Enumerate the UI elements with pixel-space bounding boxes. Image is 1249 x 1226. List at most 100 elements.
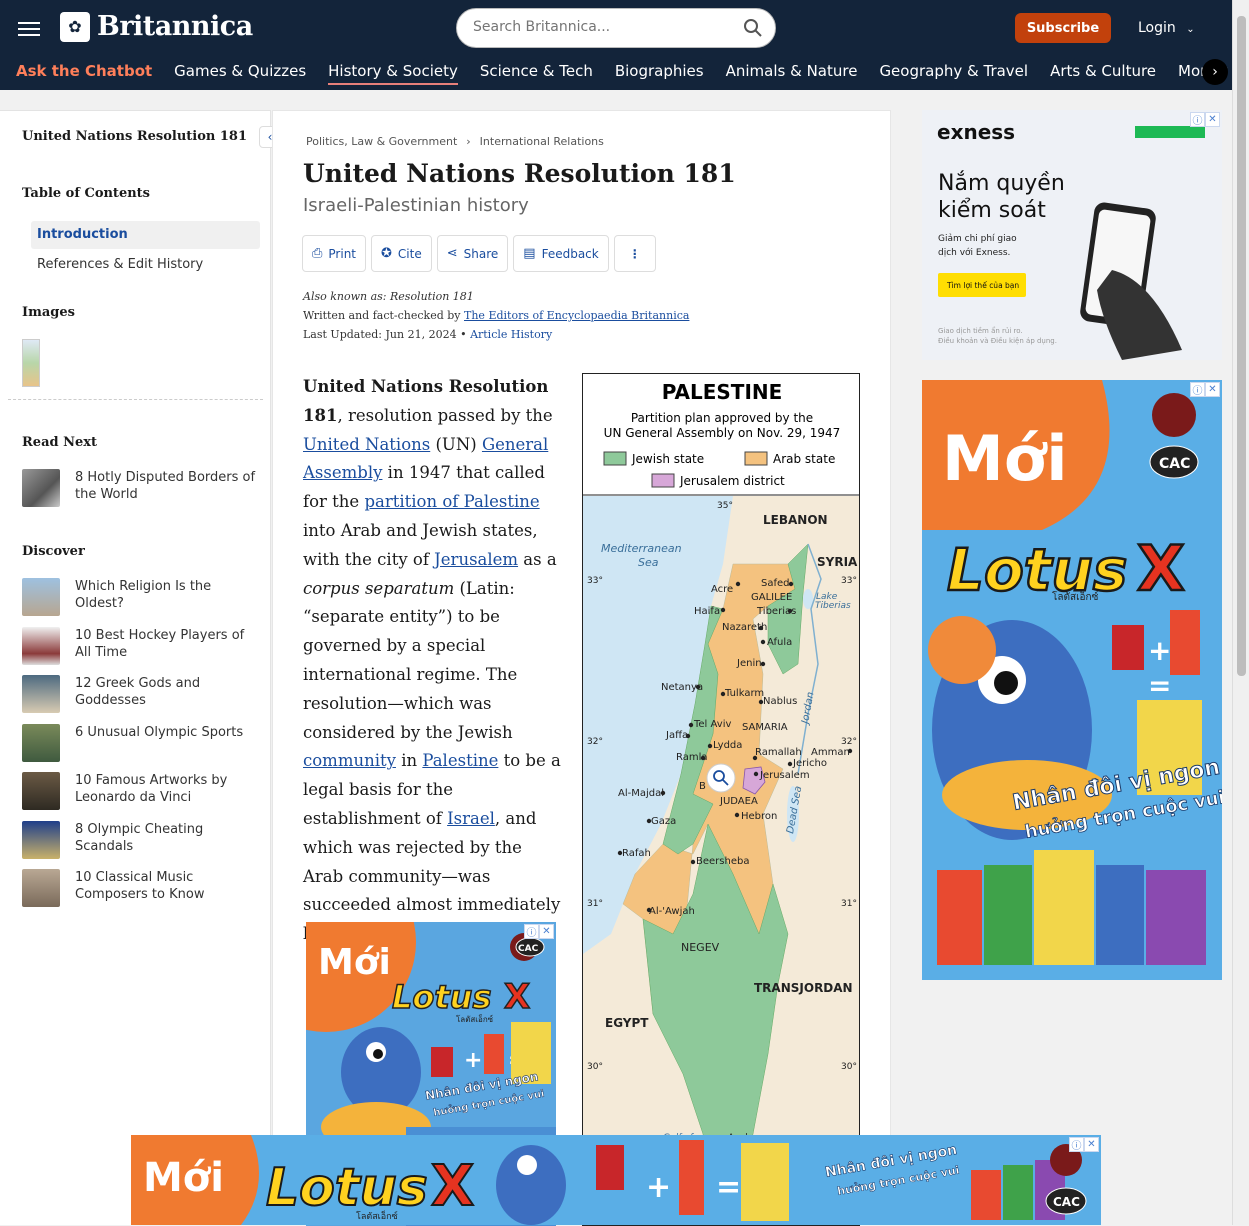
ad-info-icon[interactable]: ⓘ xyxy=(524,924,539,939)
thistle-logo-icon: ✿ xyxy=(60,11,90,42)
ad-moi: Mới xyxy=(942,422,1068,495)
breadcrumb-link[interactable]: Politics, Law & Government xyxy=(306,135,457,148)
link-palestine[interactable]: Palestine xyxy=(422,751,498,770)
discover-item[interactable]: 10 Famous Artworks by Leonardo da Vinci xyxy=(22,772,262,812)
discover-item[interactable]: 10 Classical Music Composers to Know xyxy=(22,869,262,909)
ad-cac: CAC xyxy=(1159,456,1190,472)
ad-choices[interactable]: ⓘ ✕ xyxy=(1190,382,1220,397)
label-negev: NEGEV xyxy=(681,941,720,954)
label-latitude: 33° xyxy=(587,576,603,586)
breadcrumb-link[interactable]: International Relations xyxy=(480,135,604,148)
label-gaza: Gaza xyxy=(651,816,676,827)
toc-item-introduction[interactable]: Introduction xyxy=(31,221,260,249)
nav-geography-travel[interactable]: Geography & Travel xyxy=(879,62,1028,85)
ad-equals-sign: = xyxy=(1148,669,1171,702)
britannica-logo[interactable]: ✿ Britannica xyxy=(60,11,253,42)
article-history-link[interactable]: Article History xyxy=(470,328,552,341)
login-button[interactable]: Login ⌄ xyxy=(1138,20,1195,36)
exness-ad[interactable]: exness Nắm quyền kiểm soát Giảm chi phí … xyxy=(922,110,1222,360)
read-next-item[interactable]: 8 Hotly Disputed Borders of the World xyxy=(22,469,262,509)
logo-text: Britannica xyxy=(97,11,253,42)
discover-item[interactable]: 10 Best Hockey Players of All Time xyxy=(22,627,262,667)
ad-equals-sign: = xyxy=(716,1170,741,1205)
ad-close-icon[interactable]: ✕ xyxy=(1205,112,1220,127)
cite-button[interactable]: ✪ Cite xyxy=(371,235,432,272)
ad-info-icon[interactable]: ⓘ xyxy=(1069,1137,1084,1152)
search-box[interactable] xyxy=(456,8,776,48)
nav-science-tech[interactable]: Science & Tech xyxy=(480,62,593,85)
ad-choices[interactable]: ⓘ ✕ xyxy=(1069,1137,1099,1152)
ad-product-pack xyxy=(679,1140,704,1215)
ad-lotus-logo: Lotus xyxy=(392,978,492,1016)
nav-scroll-right-icon[interactable]: › xyxy=(1202,59,1228,85)
bottom-banner-ad[interactable]: Mới Lotus X โลตัสเอ็กซ์ + = Nhân đôi vị … xyxy=(131,1135,1101,1225)
ad-info-icon[interactable]: ⓘ xyxy=(1190,382,1205,397)
lotus-tall-ad[interactable]: Mới CAC Lotus X โลตัสเอ็กซ์ + = Nhân đôi… xyxy=(922,380,1222,980)
share-label: Share xyxy=(463,246,499,261)
label-jerusalem: Jerusalem xyxy=(759,770,810,781)
discover-label: 12 Greek Gods and Goddesses xyxy=(75,676,201,708)
discover-item[interactable]: Which Religion Is the Oldest? xyxy=(22,578,262,618)
legend-arab: Arab state xyxy=(773,452,835,466)
updated-date: Last Updated: Jun 21, 2024 • xyxy=(303,328,471,341)
link-israel[interactable]: Israel xyxy=(447,809,495,828)
nav-biographies[interactable]: Biographies xyxy=(615,62,704,85)
exness-logo: exness xyxy=(937,120,1015,144)
ad-choices[interactable]: ⓘ ✕ xyxy=(1190,112,1220,127)
page-scrollbar[interactable] xyxy=(1232,0,1249,1225)
toc-item-references[interactable]: References & Edit History xyxy=(37,257,203,272)
latin-term: corpus separatum xyxy=(303,578,455,598)
ad-choices[interactable]: ⓘ ✕ xyxy=(524,924,554,939)
sidebar-article-title: United Nations Resolution 181 xyxy=(22,129,248,144)
scrollbar-thumb[interactable] xyxy=(1237,16,1246,676)
ad-close-icon[interactable]: ✕ xyxy=(1084,1137,1099,1152)
map-thumbnail[interactable] xyxy=(22,339,40,387)
more-options-icon[interactable]: ⋮ xyxy=(613,235,656,272)
zoom-in-icon[interactable] xyxy=(706,763,736,793)
label-latitude: 30° xyxy=(587,1062,603,1072)
discover-label: 10 Classical Music Composers to Know xyxy=(75,870,205,902)
ad-lotus-x: X xyxy=(504,977,530,1017)
discover-item[interactable]: 12 Greek Gods and Goddesses xyxy=(22,675,262,715)
discover-label: Which Religion Is the Oldest? xyxy=(75,579,212,611)
nav-animals-nature[interactable]: Animals & Nature xyxy=(726,62,858,85)
discover-item[interactable]: 6 Unusual Olympic Sports xyxy=(22,724,262,764)
nav-ask-chatbot[interactable]: Ask the Chatbot xyxy=(16,62,152,85)
label-acre: Acre xyxy=(711,584,733,595)
ad-thai-text: โลตัสเอ็กซ์ xyxy=(456,1014,494,1024)
ad-close-icon[interactable]: ✕ xyxy=(1205,382,1220,397)
discover-item[interactable]: 8 Olympic Cheating Scandals xyxy=(22,821,262,861)
link-jerusalem[interactable]: Jerusalem xyxy=(434,550,518,569)
ad-mascot-pupil xyxy=(373,1049,383,1059)
share-button[interactable]: ⋖ Share xyxy=(436,235,509,272)
label-lebanon: LEBANON xyxy=(763,513,828,527)
feedback-button[interactable]: ▤ Feedback xyxy=(513,235,609,272)
label-rafah: Rafah xyxy=(622,848,651,859)
legend-swatch-jewish xyxy=(603,451,627,466)
partition-map[interactable]: PALESTINE Partition plan approved by the… xyxy=(582,373,860,1226)
article-card: Politics, Law & Government › Internation… xyxy=(272,110,891,1226)
link-community[interactable]: community xyxy=(303,751,396,770)
label-haifa: Haifa xyxy=(694,606,720,617)
subscribe-button[interactable]: Subscribe xyxy=(1015,13,1111,43)
label-sea: Mediterranean xyxy=(601,542,682,555)
nav-games-quizzes[interactable]: Games & Quizzes xyxy=(174,62,306,85)
search-input[interactable] xyxy=(473,19,733,35)
nav-arts-culture[interactable]: Arts & Culture xyxy=(1050,62,1156,85)
ad-info-icon[interactable]: ⓘ xyxy=(1190,112,1205,127)
search-icon[interactable] xyxy=(743,18,763,38)
main-nav: Ask the Chatbot Games & Quizzes History … xyxy=(16,62,1249,85)
discover-label: 6 Unusual Olympic Sports xyxy=(75,725,244,740)
link-united-nations[interactable]: United Nations xyxy=(303,435,430,454)
link-partition-of-palestine[interactable]: partition of Palestine xyxy=(364,492,539,511)
nav-history-society[interactable]: History & Society xyxy=(328,62,458,85)
ad-lotus-logo: Lotus xyxy=(266,1158,428,1218)
label-tel-aviv: Tel Aviv xyxy=(693,719,731,730)
print-button[interactable]: ⎙ Print xyxy=(302,235,367,272)
label-al-awjah: Al-'Awjah xyxy=(649,906,695,917)
label-egypt: EGYPT xyxy=(605,1016,649,1030)
menu-icon[interactable] xyxy=(18,18,40,40)
ad-lotus-x: X xyxy=(431,1154,474,1219)
ad-close-icon[interactable]: ✕ xyxy=(539,924,554,939)
editors-link[interactable]: The Editors of Encyclopaedia Britannica xyxy=(464,309,689,322)
